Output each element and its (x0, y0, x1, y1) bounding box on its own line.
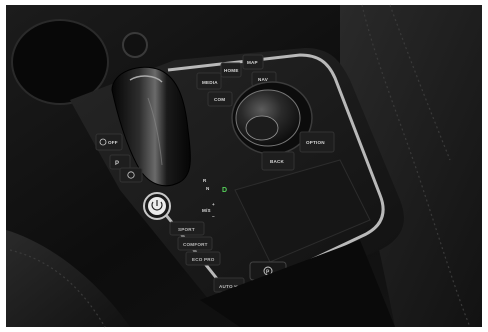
parking-assist-button[interactable] (109, 154, 131, 170)
parking-brake-button[interactable] (119, 167, 143, 183)
home-label: HOME (224, 68, 239, 73)
gear-d-active: D (222, 187, 227, 194)
gear-minus: − (212, 214, 215, 219)
nav-label: NAV (258, 77, 269, 82)
back-label: BACK (270, 159, 285, 164)
sport-label: SPORT (178, 227, 195, 232)
dsc-off-label: OFF (108, 140, 118, 145)
start-stop-icon[interactable] (143, 192, 171, 220)
comfort-label: COMFORT (183, 242, 208, 247)
map-label: MAP (247, 60, 258, 65)
option-label: OPTION (306, 140, 325, 145)
media-label: MEDIA (202, 80, 218, 85)
gear-r: R (203, 178, 207, 183)
eco-pro-label: ECO PRO (192, 257, 215, 262)
center-console-photo: MEDIA HOME MAP COM NAV BACK OPTION OFF P (0, 0, 488, 332)
gear-n: N (206, 186, 210, 191)
com-label: COM (214, 97, 225, 102)
parking-assist-icon: P (115, 161, 119, 167)
gear-ms: M/S (202, 208, 211, 213)
gear-plus: + (212, 202, 215, 207)
svg-text:P: P (115, 161, 119, 167)
